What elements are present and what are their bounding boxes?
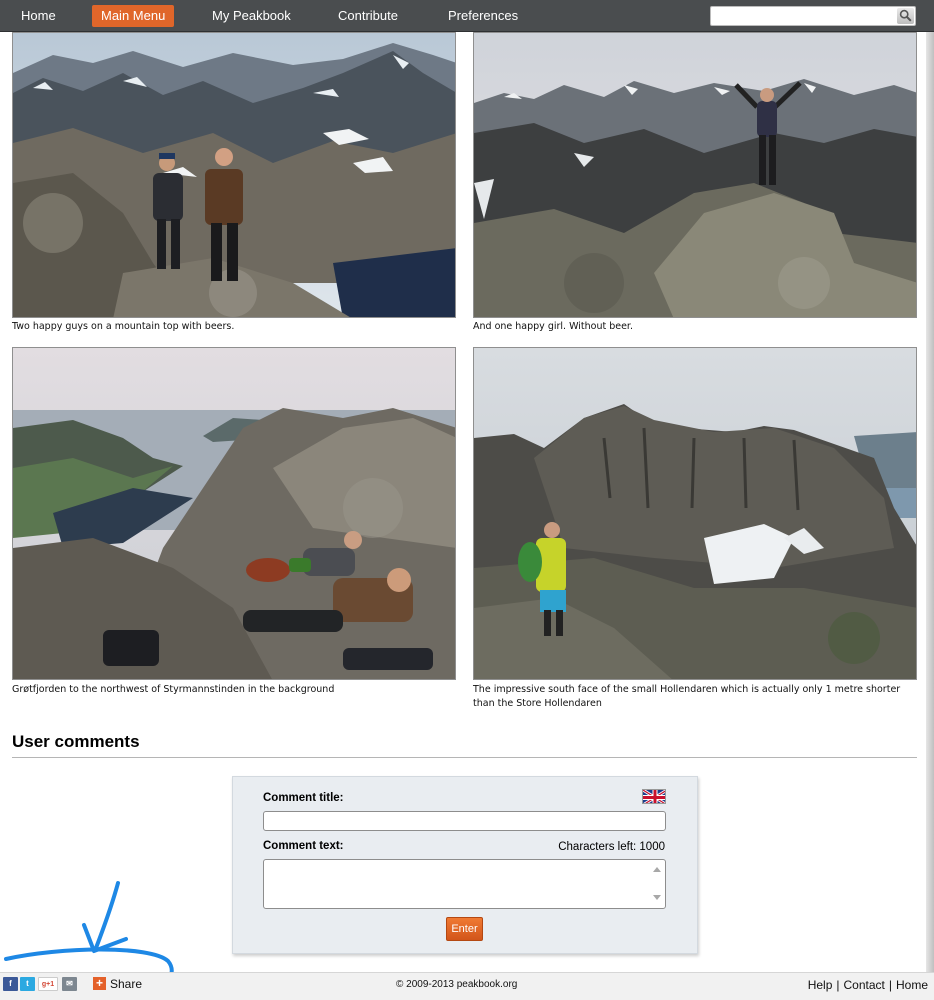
email-icon[interactable]: ✉ — [62, 977, 77, 991]
photo-caption: The impressive south face of the small H… — [473, 684, 901, 709]
page-edge-shadow — [926, 32, 934, 972]
footer-links: Help | Contact | Home — [808, 978, 928, 992]
footer-link-contact[interactable]: Contact — [844, 978, 885, 992]
photo-caption: Two happy guys on a mountain top with be… — [12, 321, 235, 332]
search-icon — [899, 9, 912, 22]
photo-girl-summit[interactable] — [473, 32, 917, 318]
section-divider — [12, 757, 917, 758]
search-box — [710, 6, 916, 26]
footer-separator: | — [836, 978, 840, 992]
photo-hollendaren-south-face[interactable] — [473, 347, 917, 680]
nav-preferences[interactable]: Preferences — [439, 5, 527, 27]
nav-home[interactable]: Home — [12, 5, 65, 27]
comment-title-input[interactable] — [263, 811, 666, 831]
search-input[interactable] — [713, 8, 893, 24]
photo-grotfjorden[interactable] — [12, 347, 456, 680]
photo-caption: And one happy girl. Without beer. — [473, 321, 633, 332]
google-plus-icon[interactable]: g+1 — [38, 977, 58, 991]
nav-main-menu[interactable]: Main Menu — [92, 5, 175, 27]
share-plus-icon[interactable]: + — [93, 977, 106, 990]
share-button[interactable]: Share — [110, 977, 142, 991]
footer-link-home[interactable]: Home — [896, 978, 928, 992]
page-footer: f t g+1 ✉ + Share © 2009-2013 peakbook.o… — [0, 972, 934, 1000]
scroll-down-arrow-icon[interactable] — [653, 895, 661, 900]
uk-flag-icon[interactable] — [642, 789, 666, 804]
enter-button[interactable]: Enter — [446, 917, 483, 941]
comment-text-input[interactable] — [263, 859, 666, 909]
twitter-icon[interactable]: t — [20, 977, 35, 991]
footer-separator: | — [888, 978, 892, 992]
search-button[interactable] — [897, 8, 914, 24]
comment-text-scrollbar[interactable] — [650, 861, 665, 907]
user-comments-heading: User comments — [12, 732, 140, 751]
photo-caption: Grøtfjorden to the northwest of Styrmann… — [12, 684, 335, 695]
copyright-text: © 2009-2013 peakbook.org — [396, 979, 518, 990]
comment-text-label: Comment text: — [263, 840, 344, 852]
characters-left-counter: Characters left: 1000 — [558, 841, 665, 853]
footer-link-help[interactable]: Help — [808, 978, 833, 992]
scroll-up-arrow-icon[interactable] — [653, 867, 661, 872]
comment-form: Comment title: Comment text: Characters … — [232, 776, 698, 954]
facebook-icon[interactable]: f — [3, 977, 18, 991]
photo-two-hikers-summit[interactable] — [12, 32, 456, 318]
comment-title-label: Comment title: — [263, 792, 344, 804]
nav-contribute[interactable]: Contribute — [329, 5, 407, 27]
top-navigation-bar: Home Main Menu My Peakbook Contribute Pr… — [0, 0, 934, 32]
nav-my-peakbook[interactable]: My Peakbook — [203, 5, 300, 27]
